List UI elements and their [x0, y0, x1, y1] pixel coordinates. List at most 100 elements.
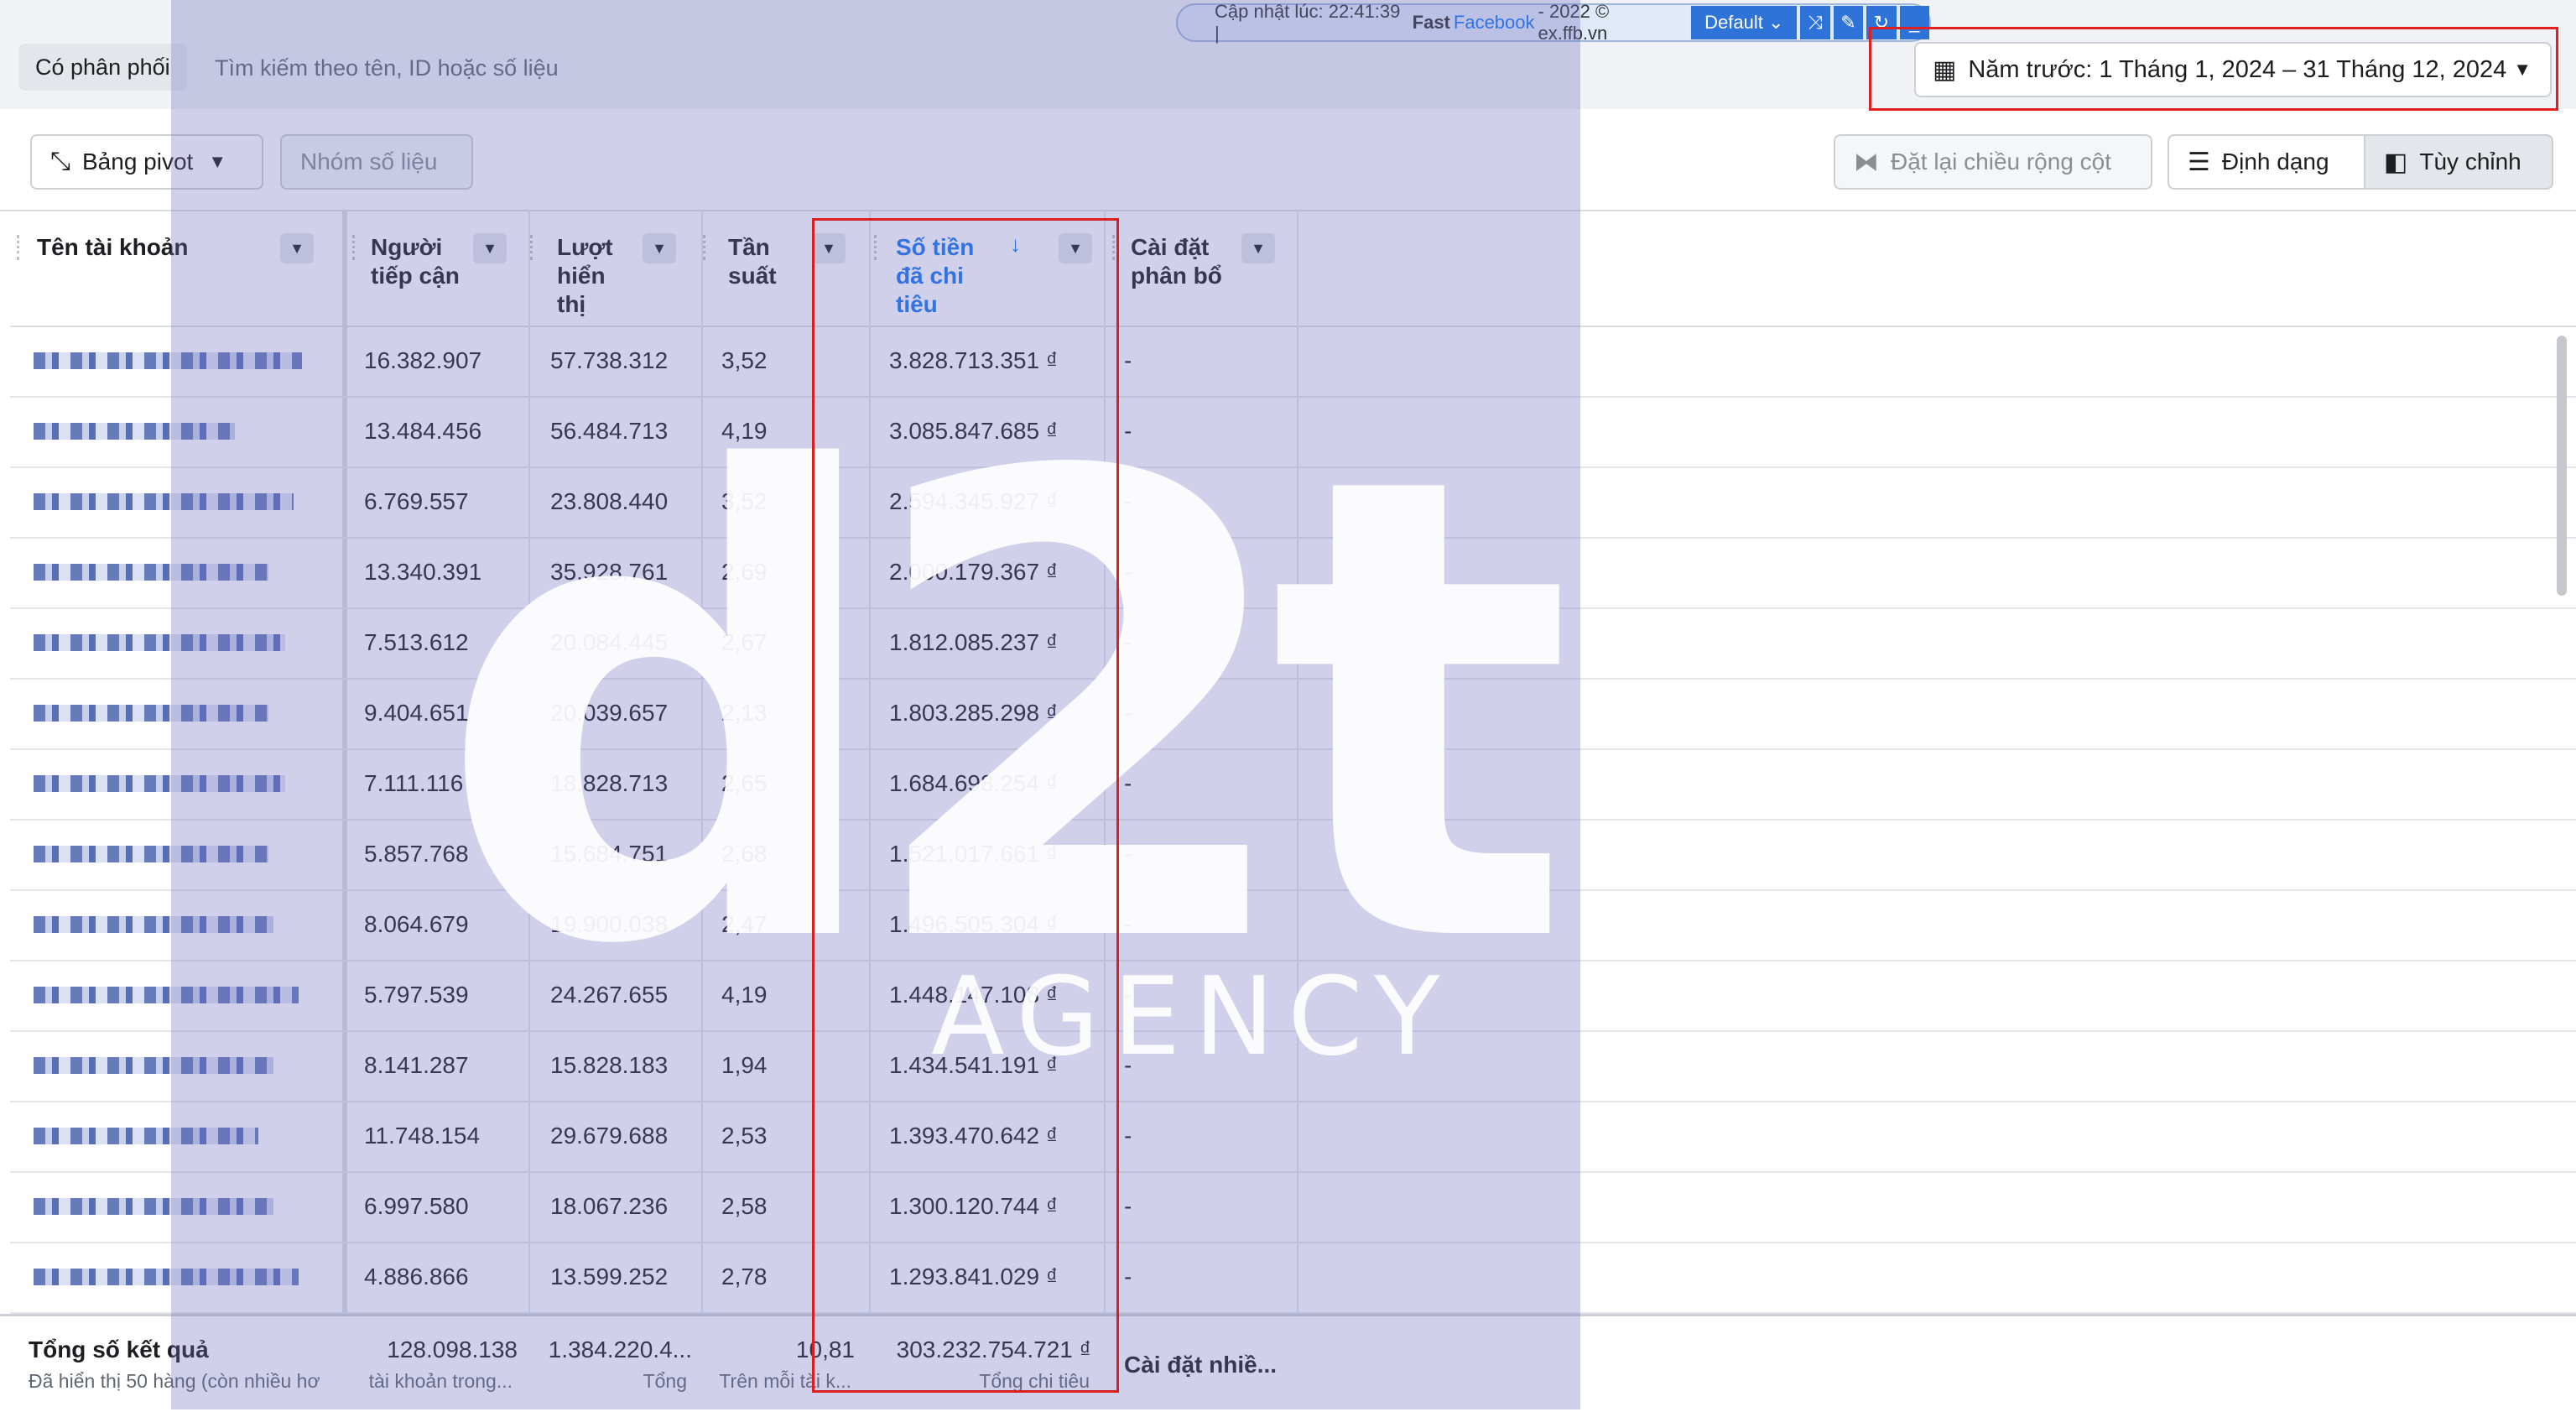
table-row[interactable]: 11.748.154 29.679.688 2,53 1.393.470.642 ₫ - [10, 1102, 2576, 1173]
redacted-account-name[interactable] [34, 775, 285, 792]
table-row[interactable]: 8.064.679 19.900.038 2,47 1.496.505.304 ₫ - [10, 891, 2576, 961]
header-spend-menu[interactable]: ▼ [1059, 233, 1092, 263]
cell-impressions: 15.828.183 [550, 1052, 669, 1078]
cell-reach: 7.111.116 [364, 770, 464, 796]
redacted-account-name[interactable] [34, 1269, 299, 1285]
table-row[interactable]: 13.484.456 56.484.713 4,19 3.085.847.685 ₫ - [10, 398, 2576, 468]
pivot-label: Bảng pivot [82, 148, 194, 175]
cell-spend: 1.812.085.237 ₫ [889, 629, 1059, 655]
header-account-name[interactable]: Tên tài khoản [37, 233, 188, 262]
table-row[interactable]: 6.997.580 18.067.236 2,58 1.300.120.744 ₫ - [10, 1173, 2576, 1243]
header-impressions[interactable]: Lượt hiển thị [557, 233, 613, 319]
shuffle-icon[interactable]: ⤨ [1800, 6, 1830, 39]
table-row[interactable]: 13.340.391 35.928.761 2,69 2.000.179.367 ₫ - [10, 539, 2576, 609]
cell-reach: 13.340.391 [364, 559, 482, 585]
redacted-account-name[interactable] [34, 423, 235, 440]
cell-impressions: 35.928.761 [550, 559, 669, 585]
chevron-down-icon: ⌄ [1768, 12, 1784, 33]
cell-spend: 1.496.505.304 ₫ [889, 911, 1059, 937]
table-footer-totals: Tổng số kết quả Đã hiển thị 50 hàng (còn… [0, 1314, 2576, 1412]
vertical-scrollbar[interactable] [2557, 336, 2567, 596]
footer-reach-sub: tài khoản trong... [368, 1370, 513, 1392]
cell-frequency: 2,65 [721, 770, 768, 796]
edit-icon[interactable]: ✎ [1833, 6, 1864, 39]
cell-impressions: 57.738.312 [550, 347, 669, 373]
drag-handle-icon[interactable] [17, 235, 23, 260]
group-metrics-button[interactable]: Nhóm số liệu [280, 134, 473, 190]
redacted-account-name[interactable] [34, 564, 268, 581]
header-impressions-menu[interactable]: ▼ [643, 233, 676, 263]
redacted-account-name[interactable] [34, 493, 294, 510]
header-allocation[interactable]: Cài đặt phân bổ [1131, 233, 1222, 290]
redacted-account-name[interactable] [34, 634, 285, 651]
redacted-account-name[interactable] [34, 987, 299, 1003]
cell-spend: 1.393.470.642 ₫ [889, 1123, 1059, 1149]
cell-reach: 6.769.557 [364, 488, 469, 514]
redacted-account-name[interactable] [34, 1057, 273, 1074]
drag-handle-icon[interactable] [530, 235, 536, 260]
redacted-account-name[interactable] [34, 916, 273, 933]
format-label: Định dạng [2221, 148, 2329, 175]
table-row[interactable]: 5.797.539 24.267.655 4,19 1.448.147.108 ₫ - [10, 961, 2576, 1032]
table-row[interactable]: 7.513.612 20.084.445 2,67 1.812.085.237 ₫ - [10, 609, 2576, 680]
drag-handle-icon[interactable] [874, 235, 880, 260]
header-account-menu[interactable]: ▼ [280, 233, 314, 263]
cell-allocation: - [1124, 418, 1132, 444]
cell-allocation: - [1124, 1264, 1132, 1290]
extension-profile-label: Default [1704, 12, 1763, 33]
table-row[interactable]: 4.886.866 13.599.252 2,78 1.293.841.029 ₫ - [10, 1243, 2576, 1314]
footer-subtitle: Đã hiển thị 50 hàng (còn nhiều hơ [29, 1370, 320, 1392]
cell-spend: 1.521.017.661 ₫ [889, 841, 1059, 867]
table-row[interactable]: 9.404.651 20.039.657 2,13 1.803.285.298 ₫ - [10, 680, 2576, 750]
redacted-account-name[interactable] [34, 1128, 258, 1144]
cell-allocation: - [1124, 488, 1132, 514]
search-input[interactable] [213, 42, 1475, 94]
redacted-account-name[interactable] [34, 1198, 273, 1215]
cell-impressions: 24.267.655 [550, 982, 669, 1008]
customize-button[interactable]: ◧ Tùy chỉnh [2364, 134, 2553, 190]
cell-spend: 3.828.713.351 ₫ [889, 347, 1059, 373]
drag-handle-icon[interactable] [703, 235, 709, 260]
pivot-table-button[interactable]: ⤡ Bảng pivot ▼ [30, 134, 263, 190]
cell-spend: 2.594.345.927 ₫ [889, 488, 1059, 514]
redacted-account-name[interactable] [34, 705, 268, 722]
table-row[interactable]: 7.111.116 18.828.713 2,65 1.684.698.254 ₫ - [10, 750, 2576, 821]
redacted-account-name[interactable] [34, 352, 302, 369]
filter-chip-delivery[interactable]: Có phân phối [18, 44, 187, 91]
format-button[interactable]: ☰ Định dạng [2167, 134, 2365, 190]
header-reach-menu[interactable]: ▼ [473, 233, 507, 263]
extension-updated-text: Cập nhật lúc: 22:41:39 | [1215, 1, 1401, 44]
cell-impressions: 23.808.440 [550, 488, 669, 514]
format-list-icon: ☰ [2188, 148, 2210, 176]
sort-descending-icon[interactable]: ↓ [1010, 232, 1021, 258]
header-spend[interactable]: Số tiền đã chi tiêu [896, 233, 974, 319]
header-reach-line2: tiếp cận [371, 263, 460, 289]
header-allocation-menu[interactable]: ▼ [1241, 233, 1275, 263]
cell-reach: 11.748.154 [364, 1123, 481, 1149]
header-reach[interactable]: Người tiếp cận [371, 233, 460, 290]
drag-handle-icon[interactable] [352, 235, 358, 260]
redacted-account-name[interactable] [34, 846, 268, 862]
cell-spend: 1.300.120.744 ₫ [889, 1193, 1059, 1219]
cell-frequency: 2,53 [721, 1123, 768, 1149]
cell-impressions: 56.484.713 [550, 418, 669, 444]
table-row[interactable]: 16.382.907 57.738.312 3,52 3.828.713.351 ₫ - [10, 327, 2576, 398]
header-frequency[interactable]: Tần suất [728, 233, 777, 290]
cell-impressions: 20.084.445 [550, 629, 669, 655]
table-row[interactable]: 6.769.557 23.808.440 3,52 2.594.345.927 ₫ - [10, 468, 2576, 539]
cell-frequency: 2,67 [721, 629, 768, 655]
cell-spend: 1.684.698.254 ₫ [889, 770, 1059, 796]
table-row[interactable]: 5.857.768 15.684.751 2,68 1.521.017.661 ₫ - [10, 821, 2576, 891]
table-row[interactable]: 8.141.287 15.828.183 1,94 1.434.541.191 ₫ - [10, 1032, 2576, 1102]
cell-reach: 9.404.651 [364, 700, 469, 726]
cell-impressions: 18.067.236 [550, 1193, 669, 1219]
header-frequency-menu[interactable]: ▼ [812, 233, 846, 263]
cell-reach: 8.064.679 [364, 911, 469, 937]
cell-impressions: 13.599.252 [550, 1264, 669, 1290]
reset-column-width-button[interactable]: ⧓ Đặt lại chiều rộng cột [1834, 134, 2152, 190]
extension-brand-suffix: - 2022 © ex.ffb.vn [1538, 1, 1610, 44]
drag-handle-icon[interactable] [1112, 235, 1118, 260]
footer-impressions-sub: Tổng [643, 1370, 687, 1392]
extension-profile-select[interactable]: Default ⌄ [1691, 6, 1798, 39]
cell-frequency: 2,13 [721, 700, 768, 726]
